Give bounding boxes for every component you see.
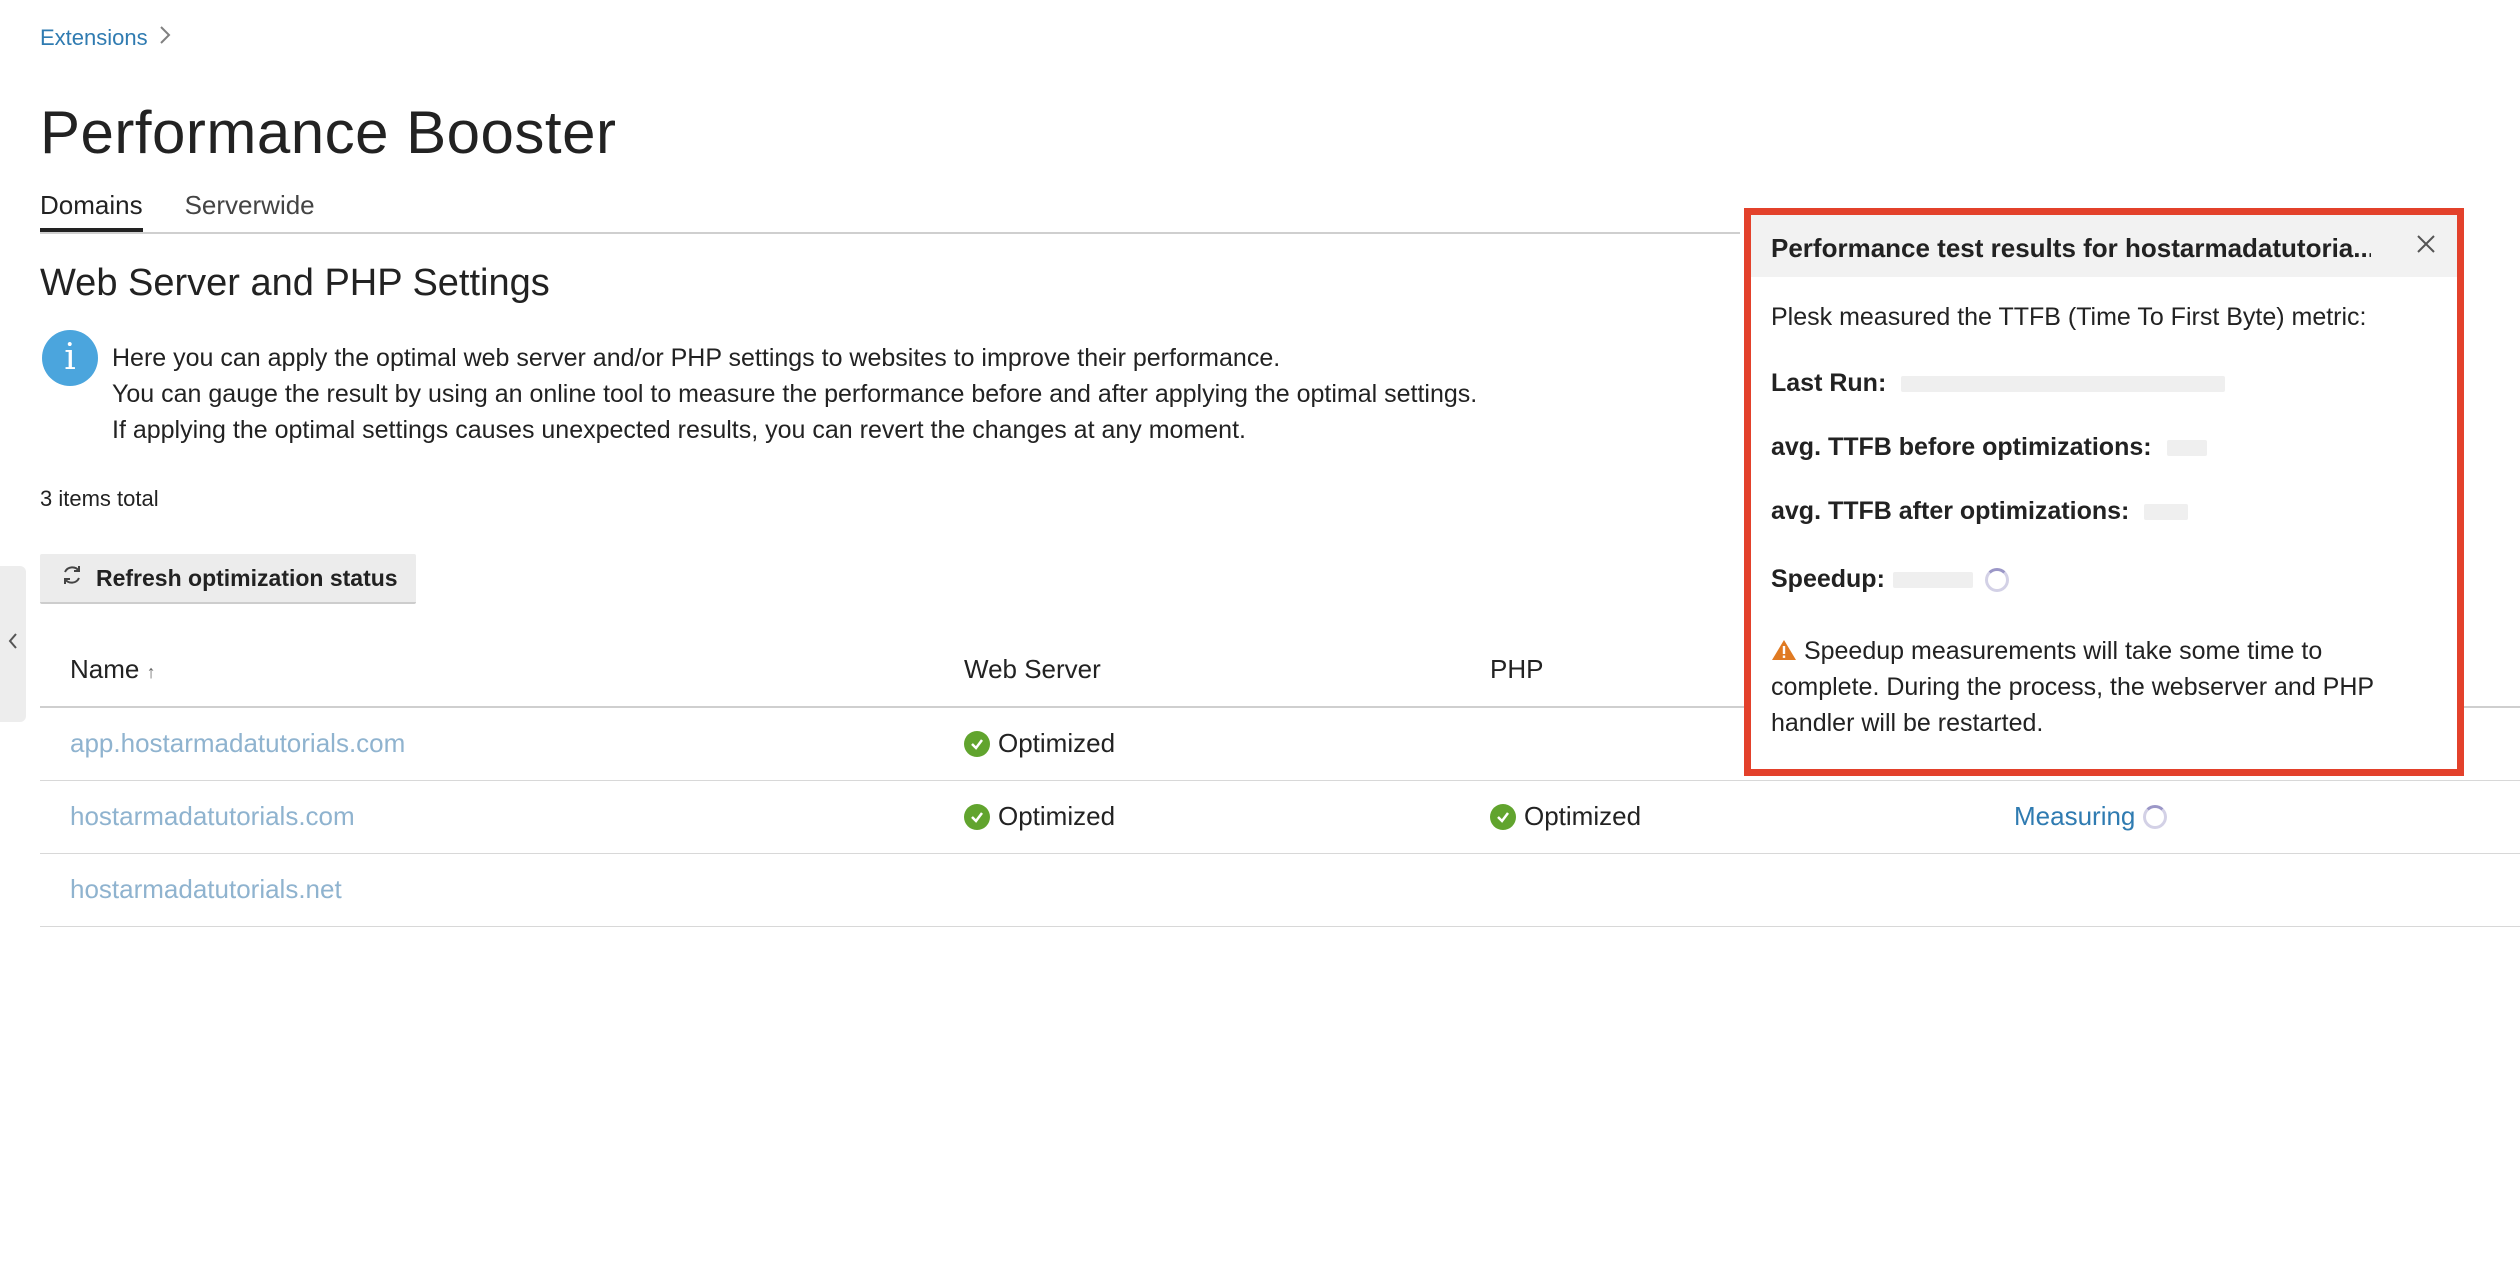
warning-icon bbox=[1771, 637, 1804, 665]
breadcrumb-extensions-link[interactable]: Extensions bbox=[40, 25, 148, 51]
warning-text: Speedup measurements will take some time… bbox=[1771, 637, 2374, 737]
check-circle-icon bbox=[964, 730, 990, 757]
sort-ascending-icon: ↑ bbox=[146, 662, 156, 682]
last-run-label: Last Run: bbox=[1771, 369, 1887, 397]
ttfb-before-placeholder bbox=[2166, 440, 2207, 457]
speedup-line: Speedup: bbox=[1771, 565, 2009, 594]
table-row: hostarmadatutorials.net bbox=[40, 854, 2520, 927]
tab-domains[interactable]: Domains bbox=[40, 190, 143, 232]
info-text: Here you can apply the optimal web serve… bbox=[112, 340, 1477, 448]
speedup-warning: Speedup measurements will take some time… bbox=[1771, 633, 2421, 741]
info-line: If applying the optimal settings causes … bbox=[112, 416, 1246, 444]
refresh-optimization-status-button[interactable]: Refresh optimization status bbox=[40, 554, 416, 604]
measuring-link[interactable]: Measuring bbox=[2014, 801, 2135, 832]
domain-link[interactable]: hostarmadatutorials.com bbox=[70, 801, 355, 832]
column-name-label: Name bbox=[70, 654, 140, 684]
column-header-web-server[interactable]: Web Server bbox=[964, 654, 1101, 685]
chevron-left-icon bbox=[7, 631, 19, 657]
items-total: 3 items total bbox=[40, 486, 159, 511]
popover-header: Performance test results for hostarmadat… bbox=[1751, 215, 2457, 277]
php-status: Optimized bbox=[1524, 801, 1642, 831]
performance-results-popover: Performance test results for hostarmadat… bbox=[1744, 208, 2464, 776]
ttfb-after-line: avg. TTFB after optimizations: bbox=[1771, 497, 2189, 526]
ttfb-before-label: avg. TTFB before optimizations: bbox=[1771, 433, 2152, 461]
info-line: Here you can apply the optimal web serve… bbox=[112, 344, 1281, 372]
popover-title: Performance test results for hostarmadat… bbox=[1771, 233, 2371, 263]
speedup-label: Speedup: bbox=[1771, 565, 1885, 593]
chevron-right-icon bbox=[158, 24, 172, 52]
info-line: You can gauge the result by using an onl… bbox=[112, 380, 1478, 408]
web-server-status: Optimized bbox=[998, 728, 1116, 758]
breadcrumb: Extensions bbox=[40, 24, 172, 52]
refresh-icon bbox=[60, 563, 84, 593]
ttfb-after-label: avg. TTFB after optimizations: bbox=[1771, 497, 2130, 525]
last-run-line: Last Run: bbox=[1771, 369, 2226, 398]
column-header-php[interactable]: PHP bbox=[1490, 654, 1543, 685]
loading-spinner-icon bbox=[1984, 567, 2009, 592]
web-server-status: Optimized bbox=[998, 801, 1116, 831]
sidebar-collapse-handle[interactable] bbox=[0, 566, 26, 722]
check-circle-icon bbox=[964, 803, 990, 830]
popover-intro: Plesk measured the TTFB (Time To First B… bbox=[1771, 303, 2367, 331]
loading-spinner-icon bbox=[2143, 804, 2168, 829]
ttfb-before-line: avg. TTFB before optimizations: bbox=[1771, 433, 2207, 462]
domain-link[interactable]: app.hostarmadatutorials.com bbox=[70, 728, 405, 759]
domain-link[interactable]: hostarmadatutorials.net bbox=[70, 874, 342, 905]
check-circle-icon bbox=[1490, 803, 1516, 830]
ttfb-after-placeholder bbox=[2144, 504, 2189, 521]
speedup-placeholder bbox=[1892, 571, 1973, 588]
refresh-button-label: Refresh optimization status bbox=[96, 564, 398, 591]
column-header-name[interactable]: Name ↑ bbox=[70, 654, 156, 685]
page-title: Performance Booster bbox=[40, 99, 617, 166]
table-row: hostarmadatutorials.com Optimized Optimi… bbox=[40, 781, 2520, 854]
info-icon: i bbox=[42, 330, 98, 386]
section-title: Web Server and PHP Settings bbox=[40, 262, 550, 304]
last-run-placeholder bbox=[1901, 376, 2226, 393]
close-icon[interactable] bbox=[2415, 229, 2437, 263]
tab-serverwide[interactable]: Serverwide bbox=[185, 190, 315, 232]
page: Extensions Performance Booster Domains S… bbox=[0, 0, 2520, 1288]
tab-bar: Domains Serverwide bbox=[40, 190, 1740, 234]
